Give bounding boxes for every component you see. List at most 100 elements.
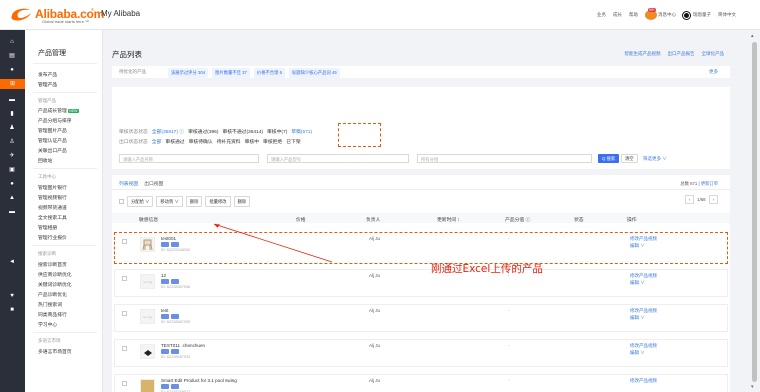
head-link-global[interactable]: 全球化产品: [702, 51, 725, 57]
heart-icon[interactable]: ♥: [8, 292, 16, 300]
product-thumbnail[interactable]: no img: [140, 309, 155, 324]
clear-button[interactable]: 清空: [621, 154, 638, 163]
nav-hot-keywords[interactable]: 热门搜索词: [38, 301, 62, 308]
edit-video-link[interactable]: 修改产品视频: [630, 308, 657, 314]
edit-video-link[interactable]: 修改产品视频: [630, 273, 657, 279]
prev-page-button[interactable]: ‹: [684, 195, 695, 204]
optimize-tag[interactable]: 图片数量不佳 37: [212, 68, 250, 78]
optimize-tag[interactable]: 标题缺少核心产品词 49: [289, 68, 340, 78]
export-filter-approved[interactable]: 审核通过: [165, 138, 184, 145]
scroll-up-icon[interactable]: ▴: [751, 33, 754, 39]
product-name[interactable]: test001: [161, 236, 176, 241]
product-thumbnail[interactable]: [140, 379, 155, 392]
product-thumbnail[interactable]: [140, 344, 155, 359]
edit-video-link[interactable]: 修改产品视频: [630, 236, 657, 242]
row-checkbox[interactable]: [122, 381, 127, 386]
product-name[interactable]: 12: [161, 273, 166, 278]
edit-dropdown[interactable]: 编辑 ∨: [630, 280, 645, 286]
bar-chart-icon[interactable]: ▮: [8, 110, 16, 118]
top-link-business[interactable]: 业务: [597, 12, 606, 18]
store-icon[interactable]: ▬: [8, 208, 16, 216]
scroll-down-icon[interactable]: ▾: [751, 384, 754, 390]
product-name[interactable]: TEST011 .chenchuen: [161, 343, 205, 348]
move-button[interactable]: 移动到 ∨: [156, 196, 183, 207]
person-icon[interactable]: ♙: [8, 138, 16, 146]
plane-icon[interactable]: ✈: [8, 152, 16, 160]
row-checkbox[interactable]: [122, 311, 127, 316]
export-filter-denied[interactable]: 审核拒绝: [263, 138, 282, 145]
optimize-more-link[interactable]: 更多: [709, 69, 718, 75]
nav-video-bank[interactable]: 管理视频银行: [38, 194, 67, 201]
next-page-button[interactable]: ›: [708, 195, 718, 204]
nav-similar-ranking[interactable]: 同类商品排行: [38, 311, 67, 318]
nav-image-products[interactable]: 管理图片产品: [38, 127, 67, 134]
gift-icon[interactable]: ▣: [8, 166, 16, 174]
delete-button[interactable]: 删除: [185, 196, 203, 207]
nav-certified-products[interactable]: 管理认证产品: [38, 137, 67, 144]
nav-manage-product[interactable]: 管理产品: [38, 81, 57, 88]
nav-supplier-diagnosis[interactable]: 供应商诊断优化: [38, 271, 72, 278]
head-link-export-report[interactable]: 出口产品报告: [668, 51, 695, 57]
nav-keyword-diagnosis[interactable]: 关键词诊断优化: [38, 281, 72, 288]
export-filter-confirm[interactable]: 审核待确认: [189, 138, 213, 145]
chat-icon[interactable]: ▬: [8, 96, 16, 104]
nav-learning-center[interactable]: 学习中心: [38, 321, 57, 328]
nav-industry-quotes[interactable]: 管理行业报价: [38, 234, 67, 241]
nav-product-growth[interactable]: 产品成长管理 NEW: [38, 107, 79, 114]
nav-diagnosis-home[interactable]: 搜索诊断首页: [38, 261, 67, 268]
review-filter-draft[interactable]: 草稿(671): [291, 128, 312, 135]
search-button[interactable]: Q 搜索: [598, 154, 620, 163]
edit-video-link[interactable]: 修改产品视频: [630, 378, 657, 384]
batch-edit-button[interactable]: 批量修改: [205, 196, 231, 207]
alibaba-logo[interactable]: Alibaba.com ® Global trade starts here.™: [8, 6, 104, 24]
assign-button[interactable]: 分配给 ∨: [127, 196, 154, 207]
nav-recycle-bin[interactable]: 回收站: [38, 157, 52, 164]
edit-dropdown[interactable]: 编辑 ∨: [630, 315, 645, 321]
product-thumbnail[interactable]: [140, 237, 155, 252]
dot-icon[interactable]: ●: [8, 66, 16, 74]
review-filter-approved[interactable]: 审核通过(396): [188, 128, 218, 135]
col-updated[interactable]: 更新时间 ↕: [437, 216, 460, 223]
language-switch[interactable]: 简体中文: [718, 12, 736, 18]
vertical-scrollbar[interactable]: ▴ ▾: [738, 30, 760, 392]
bank-icon[interactable]: ▲: [8, 194, 16, 202]
top-link-growth[interactable]: 成长: [613, 12, 622, 18]
export-filter-offshelf[interactable]: 已下架: [286, 138, 300, 145]
nav-albums[interactable]: 管理相册: [38, 224, 57, 231]
lock-icon[interactable]: ■: [8, 306, 16, 314]
row-checkbox[interactable]: [122, 239, 127, 244]
review-filter-all[interactable]: 全部(35817) ⓘ: [152, 128, 184, 135]
nav-fulltext-search[interactable]: 全文搜索工具: [38, 214, 67, 221]
edit-dropdown[interactable]: 编辑 ∨: [630, 350, 645, 356]
top-link-help[interactable]: 帮助: [629, 12, 638, 18]
nav-product-groups[interactable]: 产品分组与排序: [38, 117, 72, 124]
nav-multilang-home[interactable]: 多语言市场首页: [38, 348, 72, 355]
review-filter-pending[interactable]: 审核中(7): [267, 128, 287, 135]
group-select[interactable]: 所有分组: [417, 154, 592, 163]
nav-linked-export[interactable]: 关联出口产品: [38, 147, 67, 154]
delete-button-2[interactable]: 删除: [233, 196, 251, 207]
head-link-ai-video[interactable]: 智能生成产品视频: [625, 51, 661, 57]
product-model-input[interactable]: 请输入产品型号: [267, 154, 409, 163]
send-icon[interactable]: ◄: [8, 258, 16, 266]
scrollbar-thumb[interactable]: [752, 42, 757, 382]
row-checkbox[interactable]: [122, 276, 127, 281]
nav-publish-product[interactable]: 发布产品: [38, 71, 57, 78]
product-name[interactable]: Smart Edit Product for 3.1 pool swing: [161, 378, 237, 383]
row-checkbox[interactable]: [122, 346, 127, 351]
export-filter-reviewing[interactable]: 审核中: [245, 138, 259, 145]
update-order-link[interactable]: 更新订单: [701, 181, 718, 186]
doc-icon[interactable]: ▤: [8, 52, 16, 60]
product-name[interactable]: test: [161, 308, 168, 313]
select-all-checkbox[interactable]: [119, 199, 124, 204]
edit-dropdown[interactable]: 编辑 ∨: [630, 243, 645, 249]
grid-icon[interactable]: ⊞: [0, 79, 25, 89]
user-menu[interactable]: 瑞恩童子: [683, 11, 711, 19]
export-filter-supplement[interactable]: 待补充资料: [217, 138, 241, 145]
export-filter-all[interactable]: 全部: [152, 138, 162, 145]
optimize-tag[interactable]: 价格不合理 6: [253, 68, 285, 78]
home-icon[interactable]: ⌂: [8, 38, 16, 46]
circle-icon[interactable]: ●: [8, 180, 16, 188]
product-thumbnail[interactable]: no img: [140, 274, 155, 289]
edit-video-link[interactable]: 修改产品视频: [630, 343, 657, 349]
